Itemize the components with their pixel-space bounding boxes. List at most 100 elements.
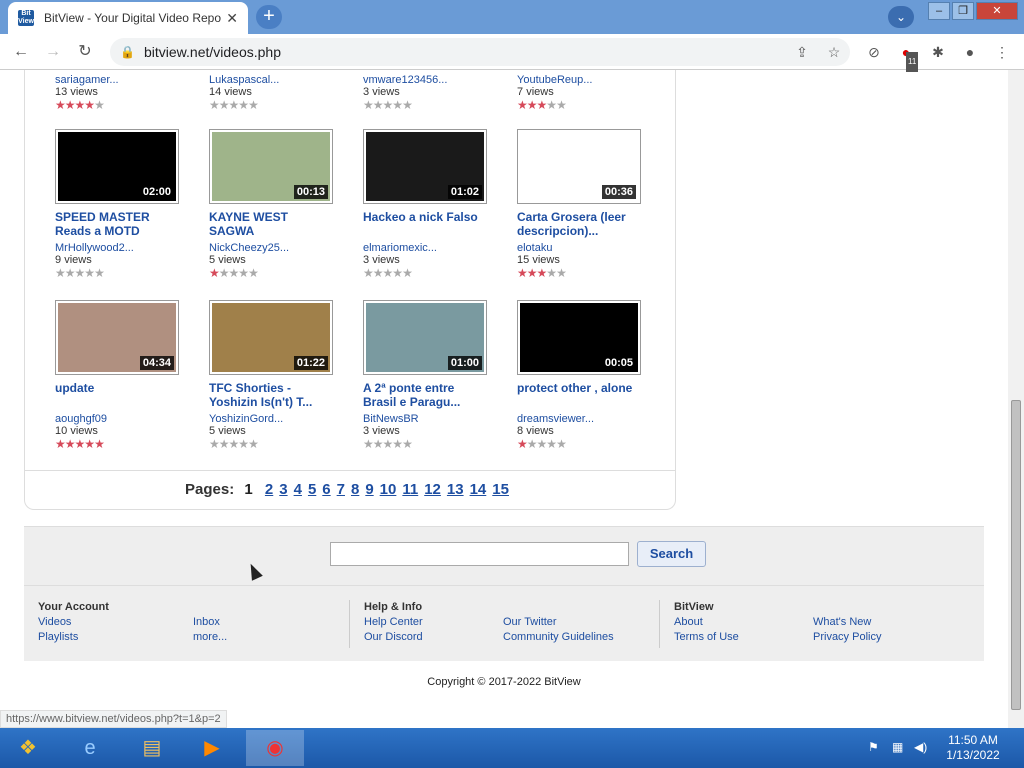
browser-tab[interactable]: Bit View BitView - Your Digital Video Re… (8, 2, 248, 34)
page-link-14[interactable]: 14 (470, 481, 487, 498)
page-link-15[interactable]: 15 (492, 481, 509, 498)
bitview-favicon: Bit View (18, 10, 34, 26)
page-link-3[interactable]: 3 (279, 481, 287, 498)
video-thumbnail[interactable]: 00:05 (517, 300, 641, 375)
page-link-11[interactable]: 11 (402, 481, 418, 498)
volume-icon[interactable]: ◀) (914, 740, 927, 754)
chrome-taskbar-icon[interactable]: ◉ (246, 730, 304, 766)
page-scrollbar[interactable] (1008, 70, 1024, 730)
pagination: Pages: 1 2 3 4 5 6 7 8 9 10 11 12 13 14 15 (24, 470, 676, 510)
video-thumbnail[interactable]: 02:00 (55, 129, 179, 204)
video-title-link[interactable]: protect other , alone (517, 381, 642, 409)
video-title-link[interactable]: SPEED MASTER Reads a MOTD (55, 210, 180, 238)
footer-link[interactable]: Our Discord (364, 630, 423, 645)
footer-link[interactable]: Privacy Policy (813, 630, 881, 645)
video-title-link[interactable]: update (55, 381, 180, 409)
minimize-button[interactable]: – (928, 2, 950, 20)
uploader-link[interactable]: elmariomexic... (363, 242, 513, 254)
video-thumbnail[interactable]: 01:00 (363, 300, 487, 375)
extension-badge: 11 (906, 52, 919, 72)
uploader-link[interactable]: MrHollywood2... (55, 242, 205, 254)
system-clock[interactable]: 11:50 AM 1/13/2022 (940, 733, 1006, 763)
uploader-link[interactable]: aoughgf09 (55, 413, 205, 425)
page-link-10[interactable]: 10 (380, 481, 397, 498)
new-tab-button[interactable]: + (256, 5, 282, 29)
video-thumbnail[interactable]: 00:13 (209, 129, 333, 204)
window-close-button[interactable]: ✕ (976, 2, 1018, 20)
video-thumbnail[interactable]: 01:02 (363, 129, 487, 204)
uploader-link[interactable]: dreamsviewer... (517, 413, 667, 425)
file-explorer-icon[interactable]: ▤ (124, 730, 180, 766)
video-title-link[interactable]: A 2ª ponte entre Brasil e Paragu... (363, 381, 488, 409)
star-rating: ★★★★★ (517, 266, 567, 280)
restore-button[interactable]: ❐ (952, 2, 974, 20)
network-icon[interactable]: ▦ (892, 740, 903, 754)
adblock-extension-icon[interactable]: ●11 (896, 42, 919, 72)
bookmark-star-icon[interactable]: ☆ (824, 42, 844, 62)
footer-col-bitview: BitView About Terms of Use (674, 600, 739, 645)
star-rating: ★★★★★ (363, 266, 413, 280)
footer-link[interactable]: Videos (38, 615, 109, 630)
page-link-6[interactable]: 6 (322, 481, 330, 498)
footer-link[interactable]: more... (193, 630, 227, 645)
profile-avatar-icon[interactable]: ● (960, 42, 980, 62)
start-button-icon[interactable]: ❖ (0, 730, 56, 766)
uploader-link[interactable]: sariagamer... (55, 74, 205, 86)
reload-icon[interactable]: ↻ (74, 41, 96, 63)
video-duration: 01:00 (447, 356, 482, 370)
footer-link[interactable]: Terms of Use (674, 630, 739, 645)
footer-link[interactable]: What's New (813, 615, 881, 630)
page-link-5[interactable]: 5 (308, 481, 316, 498)
video-title-link[interactable]: TFC Shorties - Yoshizin Is(n't) T... (209, 381, 334, 409)
uploader-link[interactable]: NickCheezy25... (209, 242, 359, 254)
scrollbar-thumb[interactable] (1011, 400, 1021, 710)
view-count: 15 views (517, 254, 560, 266)
page-link-13[interactable]: 13 (447, 481, 464, 498)
back-icon[interactable]: ← (10, 41, 32, 63)
uploader-link[interactable]: elotaku (517, 242, 667, 254)
menu-kebab-icon[interactable]: ⋮ (992, 42, 1012, 62)
action-center-flag-icon[interactable]: ⚑ (868, 740, 879, 754)
video-title-link[interactable]: Carta Grosera (leer descripcion)... (517, 210, 642, 238)
footer-search-input[interactable] (330, 542, 629, 566)
uploader-link[interactable]: Lukaspascal... (209, 74, 359, 86)
tab-search-button[interactable]: ⌄ (888, 6, 914, 28)
footer-link[interactable]: Help Center (364, 615, 423, 630)
video-thumbnail[interactable]: 01:22 (209, 300, 333, 375)
view-count: 10 views (55, 425, 98, 437)
address-bar[interactable]: 🔒 bitview.net/videos.php (110, 38, 850, 66)
media-player-icon[interactable]: ▶ (184, 730, 240, 766)
footer-link[interactable]: About (674, 615, 739, 630)
footer-heading: Your Account (38, 601, 109, 613)
page-link-8[interactable]: 8 (351, 481, 359, 498)
video-thumbnail[interactable]: 00:36 (517, 129, 641, 204)
clock-time: 11:50 AM (948, 733, 998, 747)
uploader-link[interactable]: vmware123456... (363, 74, 513, 86)
uploader-link[interactable]: YoutubeReup... (517, 74, 667, 86)
footer-link[interactable]: Our Twitter (503, 615, 614, 630)
block-extension-icon[interactable]: ⊘ (864, 42, 884, 62)
footer-link[interactable]: Playlists (38, 630, 109, 645)
search-button[interactable]: Search (637, 541, 706, 567)
page-link-7[interactable]: 7 (337, 481, 345, 498)
footer-link[interactable]: Inbox (193, 615, 227, 630)
video-title-link[interactable]: KAYNE WEST SAGWA (209, 210, 334, 238)
uploader-link[interactable]: BitNewsBR (363, 413, 513, 425)
extensions-puzzle-icon[interactable]: ✱ (928, 42, 948, 62)
footer-link[interactable]: Community Guidelines (503, 630, 614, 645)
page-link-9[interactable]: 9 (365, 481, 373, 498)
page-link-4[interactable]: 4 (294, 481, 302, 498)
forward-icon[interactable]: → (42, 41, 64, 63)
page-link-12[interactable]: 12 (424, 481, 441, 498)
page-viewport: sariagamer... 13 views ★★★★★ Lukaspascal...… (0, 70, 1008, 730)
url-text: bitview.net/videos.php (144, 44, 281, 60)
video-title-link[interactable]: Hackeo a nick Falso (363, 210, 488, 238)
uploader-link[interactable]: YoshizinGord... (209, 413, 359, 425)
close-tab-icon[interactable]: ✕ (226, 10, 238, 27)
share-icon[interactable]: ⇪ (792, 42, 812, 62)
internet-explorer-icon[interactable]: e (62, 730, 118, 766)
lock-icon: 🔒 (120, 45, 135, 59)
page-link-2[interactable]: 2 (265, 481, 273, 498)
video-thumbnail[interactable]: 04:34 (55, 300, 179, 375)
video-card: 00:05 protect other , alone dreamsviewer..… (517, 300, 667, 451)
